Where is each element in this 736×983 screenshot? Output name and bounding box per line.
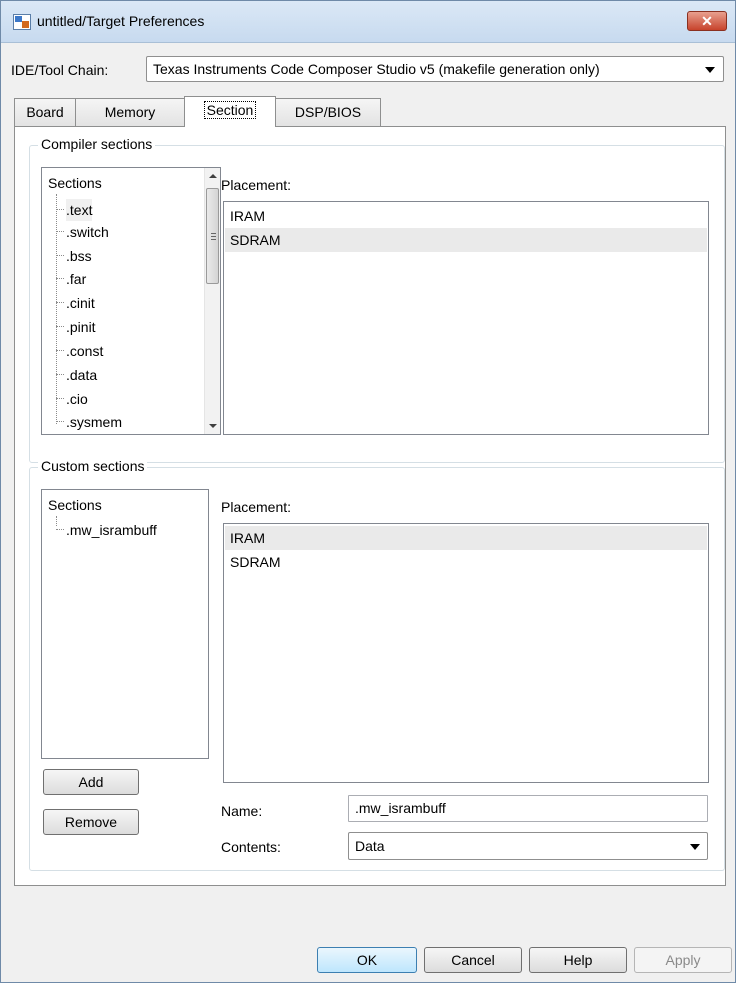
- placement-item-sdram[interactable]: SDRAM: [225, 550, 707, 574]
- placement-item-iram[interactable]: IRAM: [225, 204, 707, 228]
- tree-item-label: .switch: [66, 224, 109, 240]
- window-title: untitled/Target Preferences: [37, 13, 205, 29]
- tab-label: Memory: [104, 104, 156, 120]
- close-button[interactable]: ✕: [687, 11, 727, 31]
- title-bar: untitled/Target Preferences ✕: [1, 1, 735, 43]
- contents-select[interactable]: Data: [348, 832, 708, 860]
- contents-label: Contents:: [221, 839, 281, 855]
- tree-item-label: .pinit: [66, 319, 96, 335]
- name-label: Name:: [221, 803, 263, 819]
- sections-header: Sections: [48, 497, 102, 513]
- compiler-placement-list[interactable]: IRAM SDRAM: [223, 201, 709, 435]
- tree-item-label: .cio: [66, 391, 88, 407]
- tree-item-label: .far: [66, 271, 87, 287]
- add-button[interactable]: Add: [43, 769, 139, 795]
- tree-item-label: .const: [66, 343, 104, 359]
- toolchain-value: Texas Instruments Code Composer Studio v…: [153, 61, 600, 77]
- name-field-value: .mw_isrambuff: [355, 800, 446, 816]
- tree-item-label: .bss: [66, 248, 92, 264]
- scroll-thumb[interactable]: [206, 188, 219, 284]
- target-preferences-window: untitled/Target Preferences ✕ IDE/Tool C…: [0, 0, 736, 983]
- sections-header: Sections: [48, 175, 102, 191]
- tree-line: [56, 516, 57, 526]
- tree-item-label: .sysmem: [66, 414, 122, 430]
- tab-label: Board: [26, 104, 64, 120]
- toolchain-select[interactable]: Texas Instruments Code Composer Studio v…: [146, 56, 724, 82]
- compiler-sections-title: Compiler sections: [38, 136, 156, 152]
- toolchain-label: IDE/Tool Chain:: [11, 62, 109, 78]
- cancel-button[interactable]: Cancel: [424, 947, 522, 973]
- compiler-sections-list[interactable]: Sections .text .switch .bss .far .cinit …: [41, 167, 221, 435]
- compiler-placement-label: Placement:: [221, 177, 292, 193]
- tab-dsp-bios[interactable]: DSP/BIOS: [275, 98, 381, 126]
- name-field[interactable]: .mw_isrambuff: [348, 795, 708, 822]
- custom-placement-list[interactable]: IRAM SDRAM: [223, 523, 709, 783]
- tab-label: Section: [203, 101, 257, 119]
- tree-item-label: .data: [66, 367, 98, 383]
- ok-button[interactable]: OK: [317, 947, 417, 973]
- custom-placement-label: Placement:: [221, 499, 292, 515]
- remove-button[interactable]: Remove: [43, 809, 139, 835]
- scroll-up-arrow-icon[interactable]: [205, 168, 220, 184]
- tab-memory[interactable]: Memory: [75, 98, 185, 126]
- tree-item-label: .text: [66, 199, 93, 221]
- tab-board[interactable]: Board: [14, 98, 76, 126]
- tab-label: DSP/BIOS: [294, 104, 362, 120]
- custom-sections-title: Custom sections: [38, 458, 148, 474]
- tree-line: [56, 194, 57, 424]
- apply-button[interactable]: Apply: [634, 947, 732, 973]
- tree-item-label: .mw_isrambuff: [66, 522, 157, 538]
- compiler-sections-scrollbar[interactable]: [204, 168, 220, 434]
- custom-sections-list[interactable]: Sections .mw_isrambuff: [41, 489, 209, 759]
- tree-item-label: .cinit: [66, 295, 95, 311]
- section-tab-panel: Compiler sections Sections .text .switch…: [14, 126, 726, 886]
- placement-item-iram[interactable]: IRAM: [225, 526, 707, 550]
- chevron-down-icon: [690, 844, 700, 850]
- chevron-down-icon: [705, 67, 715, 73]
- contents-value: Data: [355, 838, 385, 854]
- help-button[interactable]: Help: [529, 947, 627, 973]
- scroll-down-arrow-icon[interactable]: [205, 418, 220, 434]
- placement-item-sdram[interactable]: SDRAM: [225, 228, 707, 252]
- app-icon: [13, 14, 31, 30]
- tab-section[interactable]: Section: [184, 96, 276, 127]
